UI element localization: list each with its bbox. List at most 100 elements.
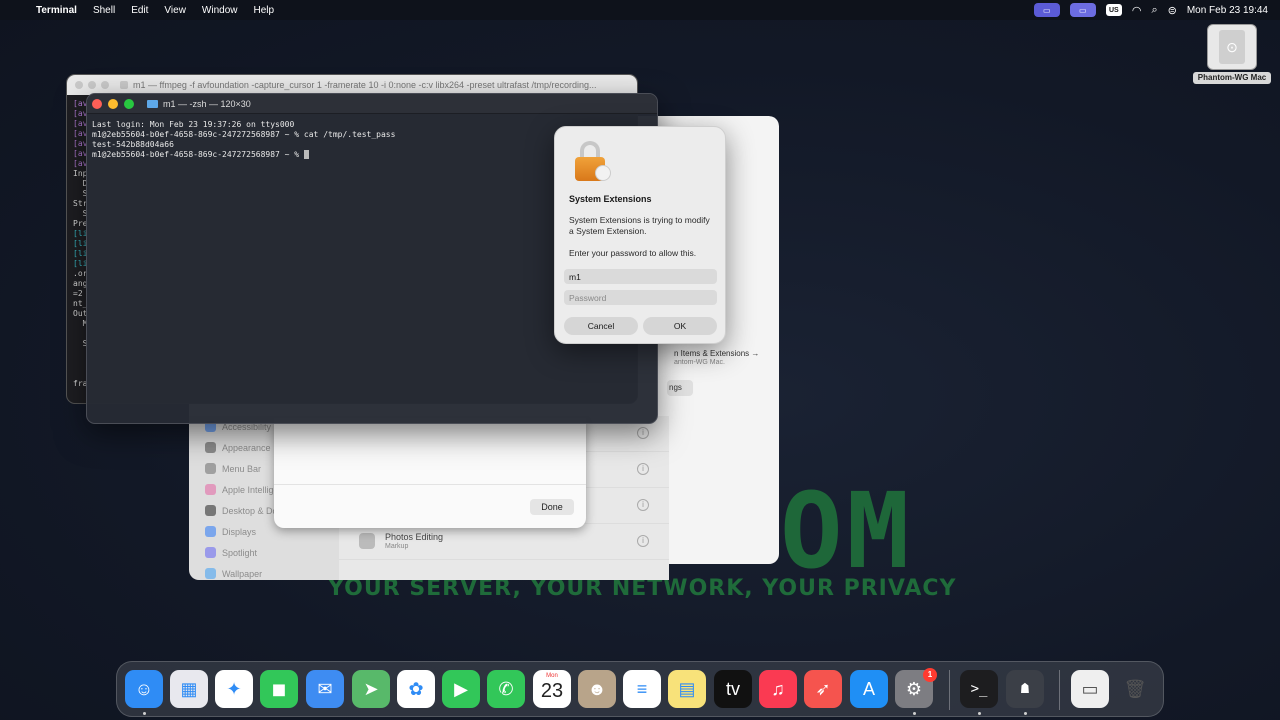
running-indicator	[143, 712, 146, 715]
zoom-dot-icon[interactable]	[101, 81, 109, 89]
terminal-prompt: m1@2eb55604-b0ef-4658-869c-247272568987 …	[92, 150, 304, 159]
disk-label: Phantom-WG Mac	[1193, 72, 1271, 84]
dock-phantom-wg-icon[interactable]: ☗	[1006, 670, 1044, 708]
extension-row[interactable]: Photos Editing Markup i	[339, 524, 669, 560]
terminal-back-title: m1 — ffmpeg -f avfoundation -capture_cur…	[133, 80, 597, 90]
disk-image-icon[interactable]: ⊙	[1207, 24, 1257, 70]
close-dot-icon[interactable]	[75, 81, 83, 89]
dock-maps-icon[interactable]: ➤	[352, 670, 390, 708]
dock-facetime-icon[interactable]: ▶	[442, 670, 480, 708]
input-source-indicator[interactable]: US	[1105, 4, 1122, 16]
sidebar-item-label: Wallpaper	[222, 568, 263, 579]
dock-safari-icon[interactable]: ✦	[215, 670, 253, 708]
calendar-month: Mon	[546, 673, 558, 679]
sidebar-item-icon	[205, 547, 216, 558]
sidebar-item-icon	[205, 442, 216, 453]
terminal-front-titlebar[interactable]: m1 — -zsh — 120×30	[87, 94, 657, 114]
dock-app-store-icon[interactable]: A	[850, 670, 888, 708]
dock-finder-icon[interactable]: ☺	[125, 670, 163, 708]
auth-message: System Extensions is trying to modify a …	[569, 215, 710, 236]
menu-bar: Terminal Shell Edit View Window Help ▭ ▭…	[0, 0, 1280, 20]
dock-music-icon[interactable]: ♫	[759, 670, 797, 708]
sidebar-item-label: Spotlight	[222, 547, 258, 558]
sidebar-item-icon	[205, 505, 216, 516]
folder-icon	[147, 99, 158, 108]
dock-terminal-icon[interactable]: >_	[960, 670, 998, 708]
open-settings-button[interactable]: ngs	[667, 380, 693, 396]
sidebar-item-icon	[205, 568, 216, 579]
username-field[interactable]	[564, 269, 717, 284]
dock-phone-icon[interactable]: ✆	[487, 670, 525, 708]
running-indicator	[978, 712, 981, 715]
sidebar-item-icon	[205, 463, 216, 474]
terminal-front-title-group: m1 — -zsh — 120×30	[147, 99, 251, 109]
wifi-icon[interactable]: ◠	[1132, 4, 1142, 17]
auth-instruction: Enter your password to allow this.	[569, 248, 697, 258]
info-icon[interactable]: i	[637, 499, 649, 511]
sidebar-item-label: Menu Bar	[222, 463, 262, 474]
login-items-subtext: antom-WG Mac.	[674, 359, 725, 366]
dock-trash-icon[interactable]: 🗑	[1116, 670, 1154, 708]
dock-separator	[1059, 670, 1060, 710]
menu-window[interactable]: Window	[202, 5, 238, 16]
calendar-day: 23	[540, 680, 564, 702]
dock-rocket-icon[interactable]: ➶	[804, 670, 842, 708]
password-field[interactable]	[564, 290, 717, 305]
extension-subtitle: Markup	[385, 543, 409, 550]
sidebar-item-icon	[205, 526, 216, 537]
dock: ☺ ▦ ✦ ◼ ✉ ➤ ✿ ▶ ✆ Mon 23 ☻ ≡ ▤ tv ♫ ➶ A ⚙ 1 >_ ☗ ▭ 🗑	[116, 661, 1164, 717]
menu-shell[interactable]: Shell	[93, 5, 115, 16]
notification-badge: 1	[923, 668, 937, 682]
info-icon[interactable]: i	[637, 427, 649, 439]
lock-icon	[575, 141, 611, 183]
dock-mail-icon[interactable]: ✉	[306, 670, 344, 708]
sidebar-item-icon	[205, 484, 216, 495]
minimize-button[interactable]	[108, 98, 118, 109]
dock-contacts-icon[interactable]: ☻	[578, 670, 616, 708]
running-indicator	[913, 712, 916, 715]
zoom-button[interactable]	[124, 98, 134, 109]
extension-icon	[359, 533, 375, 549]
login-items-link[interactable]: n Items & Extensions →	[674, 349, 759, 358]
dock-notes-icon[interactable]: ▤	[668, 670, 706, 708]
done-button[interactable]: Done	[530, 499, 574, 515]
spotlight-search-icon[interactable]: ⌕	[1151, 4, 1157, 17]
menu-help[interactable]: Help	[254, 5, 275, 16]
minimize-dot-icon[interactable]	[88, 81, 96, 89]
terminal-back-titlebar[interactable]: m1 — ffmpeg -f avfoundation -capture_cur…	[67, 75, 637, 95]
screen-recording-icon[interactable]: ▭	[1033, 3, 1060, 17]
dock-reminders-icon[interactable]: ≡	[623, 670, 661, 708]
sidebar-item-label: Appearance	[222, 442, 271, 453]
running-indicator	[1024, 712, 1027, 715]
info-icon[interactable]: i	[637, 535, 649, 547]
ok-button[interactable]: OK	[643, 317, 717, 335]
close-button[interactable]	[92, 98, 102, 109]
terminal-front-title: m1 — -zsh — 120×30	[163, 98, 251, 109]
sidebar-item-spotlight[interactable]: Spotlight	[189, 542, 339, 563]
sidebar-item-wallpaper[interactable]: Wallpaper	[189, 563, 339, 580]
dock-separator	[949, 670, 950, 710]
system-extensions-auth-dialog: System Extensions System Extensions is t…	[554, 126, 726, 344]
dock-photos-icon[interactable]: ✿	[397, 670, 435, 708]
settings-sheet: Done	[274, 418, 586, 528]
dock-launchpad-icon[interactable]: ▦	[170, 670, 208, 708]
sheet-divider	[274, 484, 586, 485]
text-cursor	[303, 150, 309, 159]
dock-disk-image-icon[interactable]: ▭	[1071, 670, 1109, 708]
screen-share-icon[interactable]: ▭	[1069, 3, 1096, 17]
info-icon[interactable]: i	[637, 463, 649, 475]
terminal-doc-icon	[120, 81, 128, 89]
control-center-icon[interactable]: ⊜	[1168, 4, 1177, 17]
menu-edit[interactable]: Edit	[131, 5, 148, 16]
dock-calendar-icon[interactable]: Mon 23	[533, 670, 571, 708]
cancel-button[interactable]: Cancel	[564, 317, 638, 335]
wallpaper-logo-text: OM	[780, 470, 914, 592]
menu-view[interactable]: View	[164, 5, 186, 16]
extension-title: Photos Editing	[385, 532, 444, 542]
dock-messages-icon[interactable]: ◼	[260, 670, 298, 708]
menu-clock[interactable]: Mon Feb 23 19:44	[1187, 5, 1268, 16]
sidebar-item-label: Displays	[222, 526, 257, 537]
auth-title: System Extensions	[569, 194, 652, 204]
menu-app-name[interactable]: Terminal	[36, 5, 77, 16]
dock-tv-icon[interactable]: tv	[714, 670, 752, 708]
